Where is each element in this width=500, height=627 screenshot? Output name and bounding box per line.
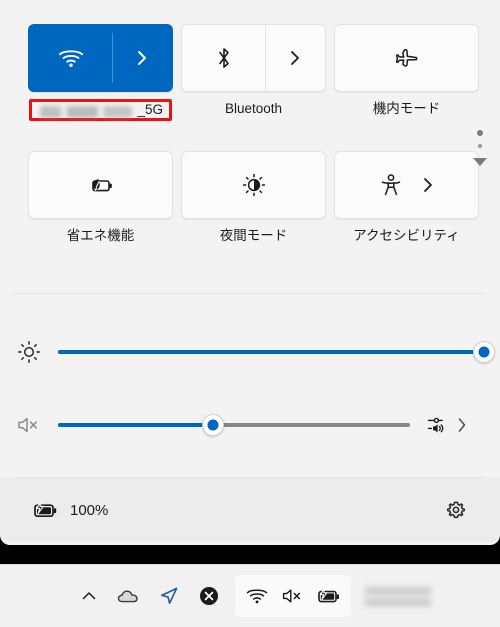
chevron-up-icon	[79, 586, 99, 606]
volume-thumb[interactable]	[201, 414, 224, 436]
tile-battery-saver-toggle[interactable]	[29, 152, 172, 218]
tile-cell-wifi: _5G	[28, 24, 173, 121]
battery-status[interactable]: 100%	[30, 499, 108, 521]
tile-cell-accessibility: アクセシビリティ	[334, 151, 479, 244]
accessibility-person-icon	[379, 172, 403, 198]
chevron-right-icon	[288, 48, 302, 68]
tile-cell-battery-saver: 省エネ機能	[28, 151, 173, 244]
tile-cell-night-light: 夜間モード	[181, 151, 326, 244]
tile-wifi-expand[interactable]	[112, 25, 172, 91]
tile-row-1: _5G Bluetooth 機内モード	[0, 24, 479, 121]
tile-airplane-mode-toggle[interactable]	[335, 25, 478, 91]
tile-label-battery-saver: 省エネ機能	[66, 228, 135, 243]
battery-percent-label: 100%	[70, 501, 109, 519]
wifi-icon	[246, 587, 268, 605]
desktop-background-strip	[0, 545, 500, 565]
tile-airplane-mode[interactable]	[334, 24, 479, 92]
volume-slider[interactable]	[58, 413, 410, 437]
chevron-right-icon	[135, 48, 149, 68]
taskbar	[0, 564, 500, 627]
quick-settings-tile-grid: _5G Bluetooth 機内モード 省エネ機能 夜間モード アクセシビリティ	[0, 0, 479, 244]
wifi-icon	[58, 48, 84, 68]
audio-output-select-icon	[426, 413, 450, 437]
audio-output-selector[interactable]	[426, 413, 492, 437]
tile-label-wifi: _5G	[137, 102, 163, 117]
tile-bluetooth-toggle[interactable]	[182, 25, 265, 91]
tile-night-light[interactable]	[181, 151, 326, 219]
tray-notification-dismiss[interactable]	[189, 576, 229, 616]
tile-accessibility[interactable]	[334, 151, 479, 219]
screen: _5G Bluetooth 機内モード 省エネ機能 夜間モード アクセシビリティ…	[0, 0, 500, 627]
tile-battery-saver[interactable]	[28, 151, 173, 219]
tray-show-hidden-icons[interactable]	[69, 576, 109, 616]
cloud-icon	[116, 586, 142, 606]
chevron-right-icon[interactable]	[456, 416, 468, 434]
airplane-icon	[393, 46, 421, 70]
tray-volume[interactable]	[277, 581, 309, 611]
tray-wifi[interactable]	[241, 581, 273, 611]
brightness-sun-icon	[0, 340, 58, 364]
tile-row-2: 省エネ機能 夜間モード アクセシビリティ	[0, 151, 479, 244]
pager-dot-inactive[interactable]	[478, 144, 482, 148]
tile-cell-airplane-mode: 機内モード	[334, 24, 479, 121]
clock[interactable]	[365, 581, 431, 611]
settings-button[interactable]	[440, 494, 472, 526]
tile-label-accessibility: アクセシビリティ	[353, 228, 460, 243]
tray-quick-settings-button[interactable]	[235, 575, 351, 617]
brightness-fill	[58, 350, 484, 354]
chevron-right-icon	[421, 175, 435, 195]
bluetooth-icon	[214, 45, 234, 71]
tray-onedrive[interactable]	[109, 576, 149, 616]
tile-label-night-light: 夜間モード	[219, 228, 288, 243]
tile-bluetooth[interactable]	[181, 24, 326, 92]
tray-location[interactable]	[149, 576, 189, 616]
speaker-muted-icon[interactable]	[0, 414, 58, 436]
tile-wifi[interactable]	[28, 24, 173, 92]
tile-label-bluetooth: Bluetooth	[224, 101, 283, 116]
brightness-thumb[interactable]	[473, 341, 495, 363]
tile-night-light-toggle[interactable]	[182, 152, 325, 218]
night-light-sun-icon	[241, 172, 267, 198]
volume-fill	[58, 423, 213, 427]
tile-pager[interactable]	[468, 130, 492, 166]
battery-charging-icon	[30, 499, 60, 521]
volume-track[interactable]	[58, 414, 410, 436]
tile-row-spacer	[0, 121, 462, 151]
tile-label-airplane-mode: 機内モード	[372, 101, 441, 116]
speaker-muted-icon	[281, 586, 305, 606]
close-circle-icon	[198, 585, 220, 607]
divider-tiles-sliders	[14, 293, 486, 294]
tile-wifi-toggle[interactable]	[29, 25, 112, 91]
brightness-track[interactable]	[58, 341, 495, 363]
system-tray	[69, 575, 431, 617]
brightness-slider-row	[0, 332, 500, 372]
quick-settings-footer: 100%	[0, 478, 500, 542]
location-arrow-icon	[157, 584, 181, 608]
gear-icon	[444, 498, 468, 522]
quick-settings-panel: _5G Bluetooth 機内モード 省エネ機能 夜間モード アクセシビリティ…	[0, 0, 500, 545]
tile-accessibility-open[interactable]	[335, 152, 478, 218]
tray-battery[interactable]	[313, 581, 345, 611]
wifi-ssid-highlight: _5G	[29, 99, 172, 121]
tile-bluetooth-expand[interactable]	[265, 25, 325, 91]
pager-dot-active[interactable]	[477, 130, 483, 136]
tile-cell-bluetooth: Bluetooth	[181, 24, 326, 121]
brightness-slider[interactable]	[58, 340, 495, 364]
volume-slider-row	[0, 405, 500, 445]
battery-charging-icon	[315, 586, 343, 606]
chevron-down-triangle-icon[interactable]	[473, 158, 487, 166]
battery-leaf-icon	[86, 174, 116, 196]
